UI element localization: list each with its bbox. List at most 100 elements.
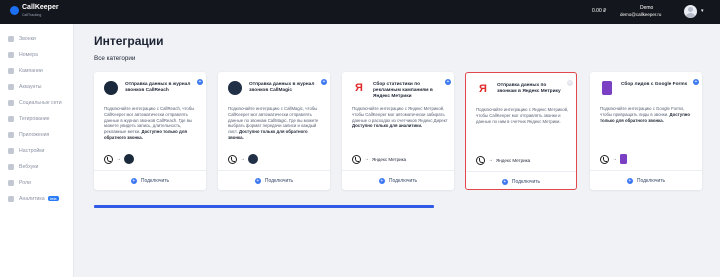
sidebar-item-label: Аналитика	[19, 195, 45, 202]
avatar[interactable]	[684, 5, 697, 18]
user-name: Demo	[640, 5, 654, 11]
google-forms-logo-icon	[620, 154, 627, 164]
plus-icon[interactable]: +	[445, 79, 451, 85]
analytics-icon	[8, 195, 14, 202]
arrow-icon: →	[612, 156, 617, 162]
balance: 0.00 ₽	[592, 8, 607, 14]
beta-badge: beta	[47, 196, 59, 201]
integration-flow: →	[104, 154, 134, 164]
sidebar-item-label: Кампании	[19, 67, 43, 74]
card-title: Сбор лидов с Google Forms	[621, 82, 688, 87]
phone-icon	[352, 154, 361, 164]
integration-card-yandex-calls[interactable]: Я Отправка данных по звонкам в Яндекс Ме…	[465, 72, 577, 190]
sidebar-item-tagging[interactable]: Тегирование	[8, 114, 50, 123]
sidebar-item-label: Социальные сети	[19, 99, 62, 106]
integration-flow: → Яндекс Метрика	[476, 155, 530, 165]
connect-label: Подключить	[511, 178, 541, 185]
connect-button[interactable]: + Подключить	[590, 170, 702, 190]
webhook-icon	[8, 163, 14, 170]
page-title: Интеграции	[94, 34, 164, 48]
card-title: Отправка данных в журнал звонков CallMag…	[249, 82, 315, 93]
apps-icon	[8, 131, 14, 138]
integration-card-callmagic[interactable]: Отправка данных в журнал звонков CallMag…	[218, 72, 330, 190]
sidebar-item-calls[interactable]: Звонки	[8, 34, 36, 43]
plus-icon: +	[130, 177, 137, 184]
gear-icon	[8, 147, 14, 154]
plus-icon[interactable]: +	[197, 79, 203, 85]
card-description: Подключайте интеграцию с CallReach, чтоб…	[104, 106, 195, 140]
sidebar-item-label: Вебхуки	[19, 163, 39, 170]
logo-icon	[10, 6, 19, 15]
sidebar-item-label: Звонки	[19, 35, 36, 42]
arrow-icon: →	[116, 156, 121, 162]
sidebar-item-settings[interactable]: Настройки	[8, 146, 44, 155]
card-description: Подключайте интеграцию с CallMagic, чтоб…	[228, 106, 319, 140]
sidebar-item-social[interactable]: Социальные сети	[8, 98, 62, 107]
account-icon	[8, 83, 14, 90]
section-title: Все категории	[94, 55, 136, 62]
sidebar-item-apps[interactable]: Приложения	[8, 130, 49, 139]
sidebar-item-webhooks[interactable]: Вебхуки	[8, 162, 38, 171]
integration-card-google-forms[interactable]: Сбор лидов с Google Forms + Подключайте …	[590, 72, 702, 190]
connect-label: Подключить	[264, 177, 294, 184]
arrow-icon: →	[240, 156, 245, 162]
plus-icon: +	[254, 177, 261, 184]
plus-icon: +	[626, 177, 633, 184]
sidebar-item-roles[interactable]: Роли	[8, 178, 31, 187]
sidebar-item-campaigns[interactable]: Кампании	[8, 66, 43, 75]
phone-icon	[8, 35, 14, 42]
user-email: demo@callkeeper.ru	[620, 12, 662, 17]
sidebar-item-analytics[interactable]: Аналитика beta	[8, 194, 59, 203]
sidebar: Звонки Номера Кампании Аккаунты Социальн…	[0, 24, 74, 277]
top-bar: CallKeeper CallTracking 0.00 ₽ Demo demo…	[0, 0, 720, 24]
phone-icon	[476, 155, 485, 165]
plus-icon: +	[378, 177, 385, 184]
integration-flow: →	[600, 154, 627, 164]
card-description: Подключайте интеграцию с Яндекс Метрикой…	[352, 106, 448, 129]
sidebar-item-accounts[interactable]: Аккаунты	[8, 82, 42, 91]
plus-icon[interactable]: +	[321, 79, 327, 85]
integration-card-callreach[interactable]: Отправка данных в журнал звонков CallRea…	[94, 72, 206, 190]
sidebar-item-label: Аккаунты	[19, 83, 42, 90]
phone-icon	[228, 154, 237, 164]
callmagic-logo-icon	[228, 81, 242, 95]
card-description: Подключайте интеграцию с Яндекс Метрикой…	[476, 107, 569, 124]
phone-icon	[104, 154, 113, 164]
connect-label: Подключить	[636, 177, 666, 184]
integration-flow: → Яндекс Метрика	[352, 154, 406, 164]
plus-icon[interactable]: +	[567, 80, 573, 86]
google-forms-logo-icon	[602, 81, 612, 95]
tag-icon	[8, 115, 14, 122]
sidebar-item-label: Номера	[19, 51, 38, 58]
card-title: Отправка данных по звонкам в Яндекс Метр…	[497, 83, 561, 94]
yandex-logo-icon: Я	[476, 82, 490, 96]
sidebar-item-label: Настройки	[19, 147, 45, 154]
connect-button[interactable]: + Подключить	[218, 170, 330, 190]
number-icon	[8, 51, 14, 58]
integration-card-yandex-stats[interactable]: Я Сбор статистики по рекламным кампаниям…	[342, 72, 454, 190]
connect-button[interactable]: + Подключить	[342, 170, 454, 190]
yandex-metrika-logo: Яндекс Метрика	[496, 157, 531, 163]
callreach-logo-icon	[124, 154, 134, 164]
plus-icon[interactable]: +	[693, 79, 699, 85]
sidebar-item-label: Приложения	[19, 131, 50, 138]
sidebar-item-label: Роли	[19, 179, 31, 186]
chevron-down-icon[interactable]: ▾	[701, 8, 704, 14]
sidebar-item-numbers[interactable]: Номера	[8, 50, 38, 59]
connect-button[interactable]: + Подключить	[466, 171, 576, 191]
phone-icon	[600, 154, 609, 164]
sidebar-item-label: Тегирование	[19, 115, 50, 122]
app-logo[interactable]: CallKeeper CallTracking	[10, 3, 70, 21]
campaign-icon	[8, 67, 14, 74]
yandex-logo-icon: Я	[352, 81, 366, 95]
card-description: Подключайте интеграцию с Google Forms, ч…	[600, 106, 691, 123]
card-title: Отправка данных в журнал звонков CallRea…	[125, 82, 191, 93]
callreach-logo-icon	[104, 81, 118, 95]
yandex-metrika-logo: Яндекс Метрика	[372, 156, 407, 162]
connect-button[interactable]: + Подключить	[94, 170, 206, 190]
integration-flow: →	[228, 154, 258, 164]
scroll-progress-bar	[94, 205, 434, 208]
logo-subtext: CallTracking	[22, 13, 42, 17]
connect-label: Подключить	[140, 177, 170, 184]
logo-text: CallKeeper	[22, 4, 59, 11]
